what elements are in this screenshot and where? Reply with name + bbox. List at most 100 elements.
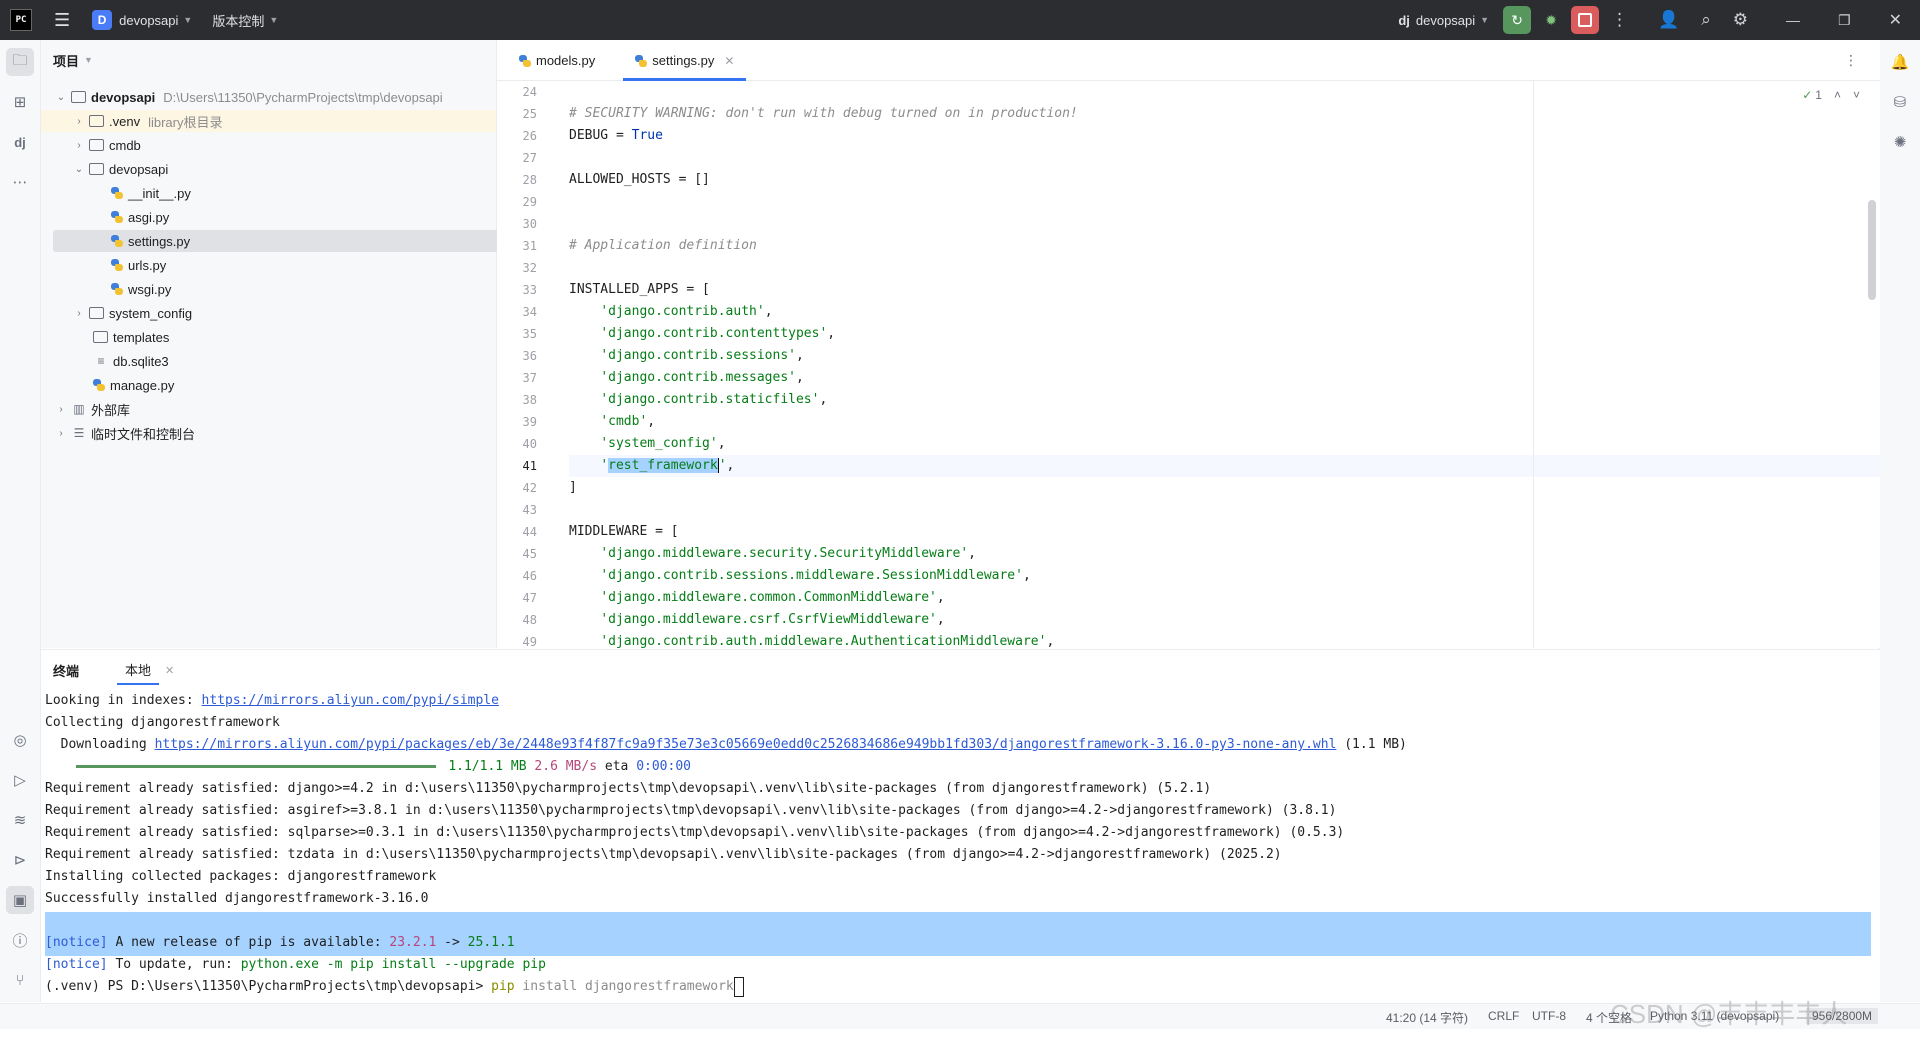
tree-item-label: devopsapi [91,89,156,105]
chevron-down-icon: ▼ [84,55,93,65]
more-actions-icon[interactable]: ⋮ [1611,10,1628,30]
pycharm-logo-icon[interactable]: PC [10,9,32,31]
package-url-link[interactable]: https://mirrors.aliyun.com/pypi/packages… [155,737,1337,752]
index-url-link[interactable]: https://mirrors.aliyun.com/pypi/simple [202,693,499,708]
tab-label: models.py [536,53,596,68]
python-file-icon [111,187,123,199]
chevron-right-icon: › [59,403,63,415]
project-switcher[interactable]: devopsapi ▼ [119,13,192,28]
code-line-35: 'django.contrib.contenttypes', [600,326,836,341]
line-number: 47 [522,591,537,605]
python-file-icon [111,211,123,223]
more-tools-icon[interactable]: ⋯ [6,168,34,196]
notifications-bell-icon[interactable]: 🔔 [1886,48,1914,76]
caret-position[interactable]: 41:20 (14 字符) [1386,1009,1468,1026]
tree-item-cmdb[interactable]: › cmdb [41,134,528,156]
search-icon[interactable]: ⌕ [1701,10,1711,30]
project-folder-icon[interactable]: 🗀 [6,48,34,76]
code-line-42: ] [569,477,577,499]
rerun-button[interactable]: ↻ [1503,6,1532,34]
close-icon[interactable]: ✕ [724,54,734,68]
tree-item-urls[interactable]: urls.py [41,254,566,276]
line-number: 37 [522,371,537,385]
code-line-26: DEBUG = True [569,125,663,147]
line-number: 32 [522,261,537,275]
python-packages-icon[interactable]: ≋ [6,806,34,834]
restore-window-button[interactable]: ❐ [1838,12,1851,29]
line-number: 46 [522,569,537,583]
services-icon[interactable]: ⊳ [6,846,34,874]
settings-gear-icon[interactable]: ⚙ [1733,10,1748,30]
ai-assistant-icon[interactable]: ✺ [1886,128,1914,156]
folder-icon [89,307,104,319]
vcs-menu[interactable]: 版本控制 ▼ [212,11,278,30]
tab-models-py[interactable]: models.py [507,41,607,80]
tree-item-manage[interactable]: manage.py [41,374,548,396]
django-structure-icon[interactable]: dj [6,128,34,156]
run-icon[interactable]: ▷ [6,766,34,794]
tree-item-db[interactable]: ≡ db.sqlite3 [41,350,548,372]
debug-bug-icon[interactable]: ✹ [1537,6,1565,34]
tab-settings-py[interactable]: settings.py ✕ [623,41,747,81]
tree-item-external-libs[interactable]: › ▥ 外部库 [41,398,510,420]
line-number: 26 [522,129,537,143]
folder-icon [89,115,104,127]
tree-item-label: settings.py [128,233,191,249]
main-menu-icon[interactable]: ☰ [54,10,70,31]
chevron-down-icon: ▼ [183,15,193,25]
code-string: 'system_config' [600,436,718,451]
run-config-selector[interactable]: dj devopsapi ▼ [1398,13,1489,28]
tree-item-label: asgi.py [128,209,170,225]
terminal-line: [notice] To update, run: python.exe -m p… [45,957,546,972]
tree-item-asgi[interactable]: asgi.py [41,206,566,228]
stop-button[interactable] [1571,6,1600,34]
code-string: 'django.contrib.messages' [600,370,796,385]
tab-options-icon[interactable]: ⋮ [1844,52,1858,69]
folder-icon [89,139,104,151]
database-icon[interactable]: ⛁ [1886,88,1914,116]
folder-icon [93,331,108,343]
tab-local[interactable]: 本地 [117,656,160,685]
line-separator[interactable]: CRLF [1488,1009,1519,1023]
tree-item-system-config[interactable]: › system_config [41,302,528,324]
structure-icon[interactable]: ⊞ [6,88,34,116]
tree-item-wsgi[interactable]: wsgi.py [41,278,566,300]
terminal-line: Looking in indexes: https://mirrors.aliy… [45,693,499,708]
code-editor[interactable]: # SECURITY WARNING: don't run with debug… [569,81,1880,648]
project-panel-header[interactable]: 项目 ▼ [41,40,496,80]
tree-item-scratches[interactable]: › ☰ 临时文件和控制台 [41,422,510,444]
close-window-button[interactable]: ✕ [1889,10,1902,30]
code-comment: # Application definition [569,238,757,253]
python-console-icon[interactable]: ◎ [6,726,34,754]
code-string: 'django.contrib.sessions' [600,348,796,363]
stop-icon [1578,13,1593,27]
tree-item-root[interactable]: ⌄ devopsapi D:\Users\11350\PycharmProjec… [41,86,510,108]
code-line-46: 'django.contrib.sessions.middleware.Sess… [600,568,1031,583]
problems-icon[interactable]: ⓘ [6,926,34,954]
tree-item-templates[interactable]: templates [41,326,548,348]
add-user-icon[interactable]: 👤 [1658,10,1679,30]
chevron-down-icon: ▼ [1480,15,1490,25]
line-number: 43 [522,503,537,517]
python-file-icon [635,54,648,67]
django-icon: dj [1398,12,1410,28]
terminal-line: Installing collected packages: djangores… [45,869,437,884]
line-number: 28 [522,173,537,187]
terminal-icon[interactable]: ▣ [6,886,34,914]
minimize-window-button[interactable]: — [1786,12,1800,28]
project-badge[interactable]: D [92,10,113,30]
terminal-panel: 终端 本地 ✕ Looking in indexes: https://mirr… [41,649,1880,1003]
editor-scrollbar[interactable] [1868,200,1876,300]
tree-item-venv[interactable]: › .venv library根目录 [41,110,496,132]
tree-item-init[interactable]: __init__.py [41,182,566,204]
code-string: 'django.contrib.contenttypes' [600,326,828,341]
code-string: 'django.contrib.auth.middleware.Authenti… [600,634,1047,648]
line-number: 45 [522,547,537,561]
terminal-prompt-line[interactable]: (.venv) PS D:\Users\11350\PycharmProject… [45,976,744,998]
code-string: 'cmdb' [600,414,648,429]
file-encoding[interactable]: UTF-8 [1532,1009,1566,1023]
tree-item-settings[interactable]: settings.py [53,230,542,252]
git-icon[interactable]: ⑂ [6,966,34,994]
tree-item-devopsapi-pkg[interactable]: ⌄ devopsapi [41,158,528,180]
close-icon[interactable]: ✕ [165,664,174,677]
